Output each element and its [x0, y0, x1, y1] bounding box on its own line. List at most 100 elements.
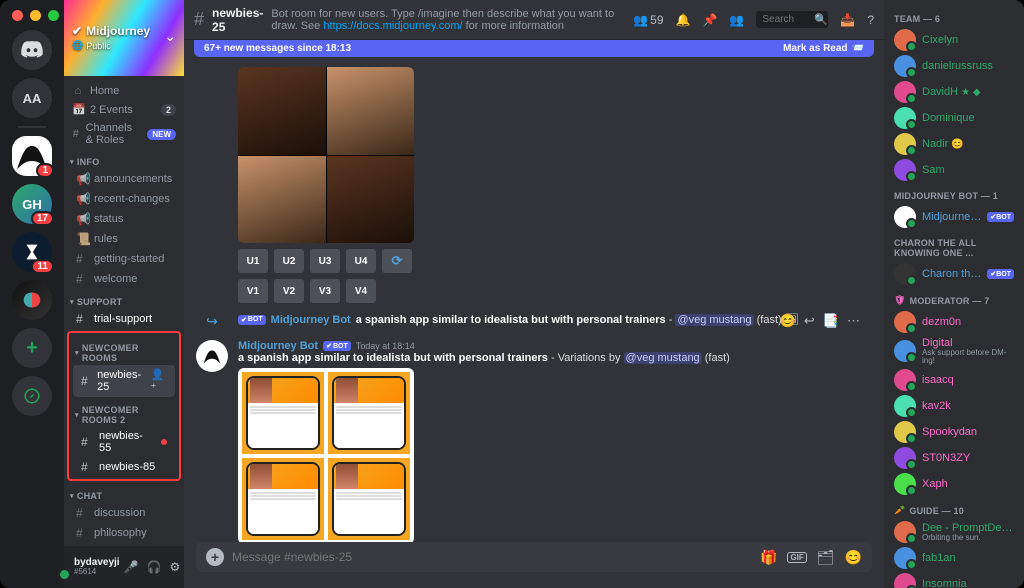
server-gh[interactable]: GH 17	[12, 184, 52, 224]
channel-discussion[interactable]: #discussion	[68, 503, 180, 523]
emoji-icon[interactable]: 😊	[845, 549, 862, 566]
channel-trial-support[interactable]: #trial-support	[68, 309, 180, 329]
channels-roles-row[interactable]: #Channels & RolesNEW	[64, 119, 184, 149]
settings-icon[interactable]: ⚙	[170, 560, 181, 574]
cat-info[interactable]: ▾INFO	[64, 149, 184, 169]
create-invite-icon[interactable]: 👤⁺	[151, 368, 167, 394]
v3-button[interactable]: V3	[310, 279, 340, 303]
search-icon: 🔍	[814, 13, 828, 26]
explore-servers-button[interactable]	[12, 376, 52, 416]
member-row[interactable]: danielrussruss	[890, 53, 1018, 79]
channel-philosophy[interactable]: #philosophy	[68, 523, 180, 543]
channel-rules[interactable]: 📜rules	[68, 229, 180, 249]
gif-icon[interactable]: GIF	[787, 552, 806, 563]
member-row[interactable]: fab1an	[890, 545, 1018, 571]
member-row[interactable]: Insomnia	[890, 571, 1018, 588]
u3-button[interactable]: U3	[310, 249, 340, 273]
member-row[interactable]: Dee - PromptDervishOrbiting the sun.	[890, 519, 1018, 545]
search-box[interactable]: 🔍	[756, 11, 828, 28]
member-row[interactable]: Xaph	[890, 471, 1018, 497]
member-row[interactable]: Dominique	[890, 105, 1018, 131]
deafen-icon[interactable]: 🎧	[147, 560, 162, 574]
mark-as-read[interactable]: Mark as Read 📨	[783, 43, 864, 54]
channel-announcements[interactable]: 📢announcements	[68, 169, 180, 189]
dm-home-icon[interactable]	[12, 30, 52, 70]
member-row[interactable]: ST0N3ZY	[890, 445, 1018, 471]
image-attachment[interactable]	[238, 368, 414, 542]
home-row[interactable]: ⌂Home	[64, 82, 184, 100]
author-name[interactable]: Midjourney Bot	[238, 340, 318, 352]
notifications-icon[interactable]: 🔔	[676, 13, 691, 27]
channel-newbies-25[interactable]: #newbies-25👤⁺	[73, 365, 175, 397]
cat-support[interactable]: ▾SUPPORT	[64, 289, 184, 309]
message-input[interactable]	[232, 550, 752, 564]
members-toggle-icon[interactable]: 👥	[729, 13, 744, 27]
pinned-icon[interactable]: 📌	[702, 13, 717, 27]
gift-icon[interactable]: 🎁	[760, 549, 777, 566]
mute-icon[interactable]: 🎤	[124, 560, 139, 574]
channel-getting-started[interactable]: #getting-started	[68, 249, 180, 269]
add-server-button[interactable]: +	[12, 328, 52, 368]
threads-icon[interactable]: 👥59	[633, 13, 663, 27]
minimize-window[interactable]	[30, 10, 41, 21]
member-row[interactable]: DavidH ★ ◆	[890, 79, 1018, 105]
cat-chat[interactable]: ▾CHAT	[64, 483, 184, 503]
channel-newbies-55[interactable]: #newbies-55	[73, 427, 175, 457]
cat-newcomer2[interactable]: ▾NEWCOMER ROOMS 2	[69, 397, 179, 427]
member-row[interactable]: dezm0n	[890, 309, 1018, 335]
chevron-down-icon[interactable]: ⌄	[164, 28, 176, 45]
more-icon[interactable]: ⋯	[847, 313, 860, 329]
topic-link[interactable]: https://docs.midjourney.com/	[323, 20, 462, 32]
bot-tag: ✔BOT	[987, 269, 1014, 279]
member-row[interactable]: Cixelyn	[890, 27, 1018, 53]
member-avatar	[894, 133, 916, 155]
member-row[interactable]: kav2k	[890, 393, 1018, 419]
member-row[interactable]: isaacq	[890, 367, 1018, 393]
member-row[interactable]: Spookydan	[890, 419, 1018, 445]
attach-button[interactable]: +	[206, 548, 224, 566]
search-input[interactable]	[762, 14, 810, 25]
member-row[interactable]: Nadir 😊	[890, 131, 1018, 157]
author-name[interactable]: Midjourney Bot	[271, 314, 351, 326]
v4-button[interactable]: V4	[346, 279, 376, 303]
verified-icon: ✔	[72, 24, 82, 38]
reply-icon[interactable]: ↩	[804, 313, 815, 329]
author-avatar[interactable]	[196, 340, 228, 372]
server-midjourney[interactable]: 1	[12, 136, 52, 176]
server-aa[interactable]: AA	[12, 78, 52, 118]
u4-button[interactable]: U4	[346, 249, 376, 273]
v1-button[interactable]: V1	[238, 279, 268, 303]
mention[interactable]: @veg mustang	[675, 314, 753, 326]
user-info[interactable]: bydaveyji #5614	[74, 557, 120, 577]
message-input-wrap[interactable]: + 🎁 GIF 🗂 😊	[196, 542, 872, 572]
channel-status[interactable]: 📢status	[68, 209, 180, 229]
server-banner[interactable]: ✔ Midjourney 🌐 Public ⌄	[64, 0, 184, 76]
image-attachment[interactable]	[238, 67, 414, 243]
new-messages-bar[interactable]: 67+ new messages since 18:13 Mark as Rea…	[194, 40, 874, 57]
mention[interactable]: @veg mustang	[624, 352, 702, 364]
maximize-window[interactable]	[48, 10, 59, 21]
thread-icon[interactable]: 📑	[823, 313, 839, 329]
channel-newbies-85[interactable]: #newbies-85	[73, 457, 175, 477]
close-window[interactable]	[12, 10, 23, 21]
reroll-button[interactable]: ⟳	[382, 249, 412, 273]
server-other[interactable]	[12, 280, 52, 320]
add-reaction-icon[interactable]: 😊	[780, 313, 796, 329]
sticker-icon[interactable]: 🗂	[817, 549, 835, 566]
member-row[interactable]: Midjourney Bot✔BOT	[890, 204, 1018, 230]
inbox-icon[interactable]: 📥	[840, 13, 855, 27]
server-s[interactable]: 11	[12, 232, 52, 272]
channel-topic[interactable]: Bot room for new users. Type /imagine th…	[271, 8, 625, 32]
u2-button[interactable]: U2	[274, 249, 304, 273]
u1-button[interactable]: U1	[238, 249, 268, 273]
v2-button[interactable]: V2	[274, 279, 304, 303]
member-row[interactable]: DigitalAsk support before DM-ing!	[890, 335, 1018, 367]
channel-welcome[interactable]: #welcome	[68, 269, 180, 289]
help-icon[interactable]: ?	[867, 13, 874, 27]
events-row[interactable]: 📅2 Events2	[64, 100, 184, 119]
member-row[interactable]: Sam	[890, 157, 1018, 183]
channel-sidebar: ✔ Midjourney 🌐 Public ⌄ ⌂Home 📅2 Events2…	[64, 0, 184, 588]
channel-recent-changes[interactable]: 📢recent-changes	[68, 189, 180, 209]
cat-newcomer[interactable]: ▾NEWCOMER ROOMS	[69, 335, 179, 365]
member-row[interactable]: Charon the FAQ ...✔BOT	[890, 261, 1018, 287]
